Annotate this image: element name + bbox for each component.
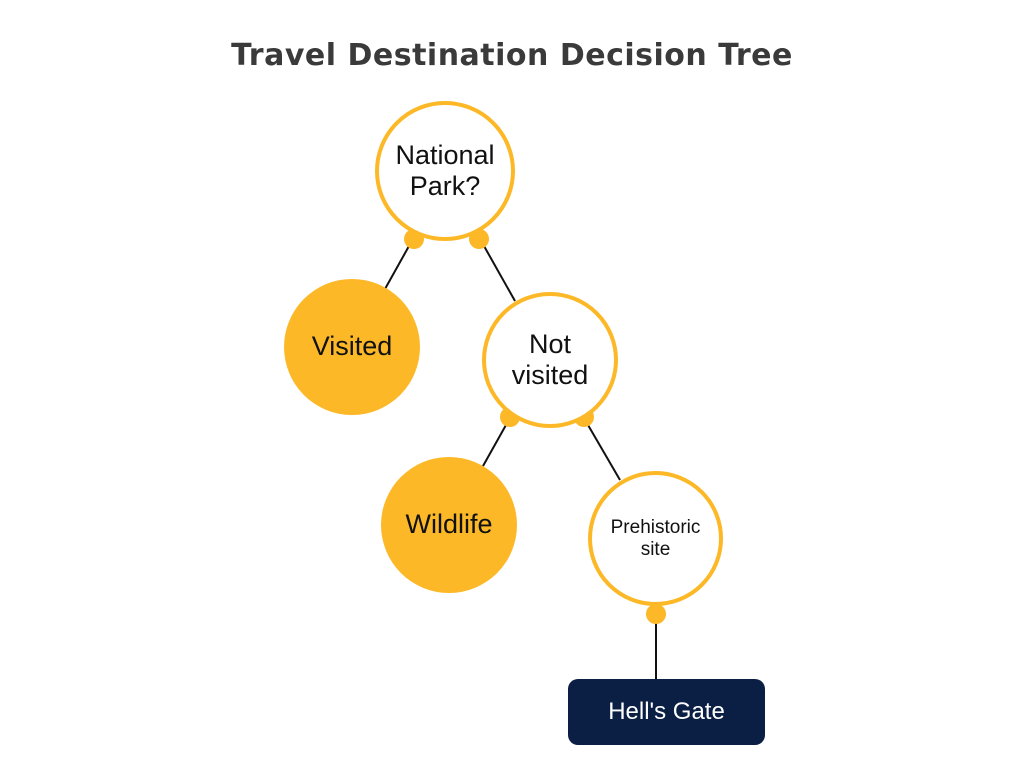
connector-dot	[646, 604, 666, 624]
node-label: Hell's Gate	[608, 698, 725, 725]
node-label-line: site	[640, 538, 671, 560]
node-label-line: Prehistoric	[610, 516, 701, 538]
node-label: Visited	[311, 331, 393, 362]
edge-not-visited-to-prehistoric	[587, 424, 621, 481]
node-label-line: Not	[528, 328, 572, 359]
diagram-title: Travel Destination Decision Tree	[231, 38, 793, 73]
node-label-line: visited	[511, 360, 589, 390]
node-visited: Visited	[284, 279, 420, 415]
edge-national-to-not-visited	[483, 245, 516, 302]
node-prehistoric-site: Prehistoric site	[588, 471, 723, 606]
edge-national-to-visited	[384, 245, 410, 290]
node-label: Wildlife	[405, 509, 493, 540]
node-national-park: National Park?	[375, 101, 515, 241]
edge-not-visited-to-wildlife	[482, 424, 507, 467]
node-label-line: Park?	[409, 171, 481, 201]
node-wildlife: Wildlife	[381, 457, 517, 593]
node-label-line: National	[395, 139, 495, 170]
node-hells-gate: Hell's Gate	[568, 679, 765, 745]
node-not-visited: Not visited	[482, 292, 618, 428]
